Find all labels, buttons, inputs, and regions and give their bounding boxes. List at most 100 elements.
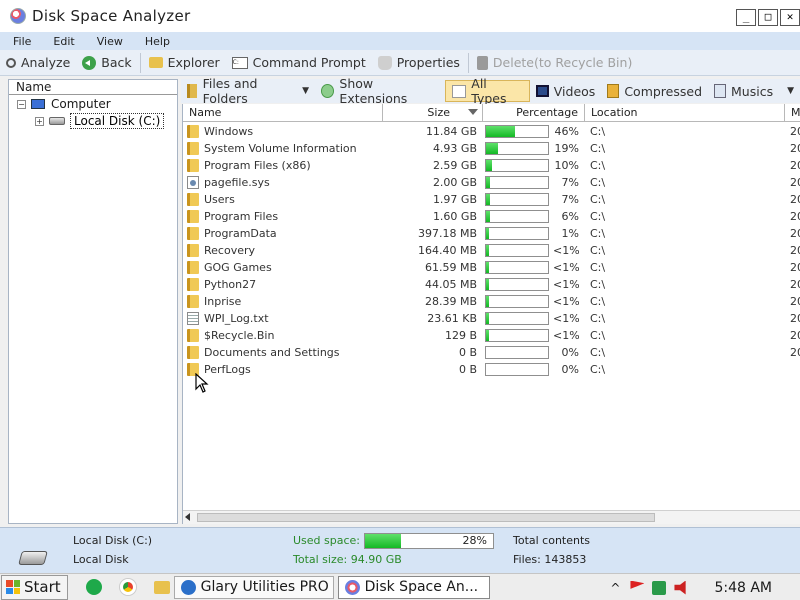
- compressed-button[interactable]: Compressed: [601, 80, 708, 102]
- row-name: Windows: [204, 125, 254, 138]
- title-bar: Disk Space Analyzer _ □ ✕: [0, 0, 800, 32]
- table-row[interactable]: Python27 44.05 MB <1% C:\ 20: [183, 276, 800, 293]
- all-types-button[interactable]: All Types: [445, 76, 530, 106]
- sort-descending-icon: [468, 109, 478, 115]
- taskbar-disk-space-analyzer[interactable]: Disk Space An...: [337, 575, 490, 599]
- taskbar-disk-label: Disk Space An...: [364, 579, 479, 595]
- row-percentage: 7%: [561, 176, 579, 189]
- row-percentage-bar-fill: [486, 160, 493, 171]
- maximize-button[interactable]: □: [758, 9, 778, 26]
- column-header-location[interactable]: Location: [585, 104, 785, 122]
- table-row[interactable]: pagefile.sys 2.00 GB 7% C:\ 20: [183, 174, 800, 191]
- explorer-button[interactable]: Explorer: [143, 52, 226, 74]
- table-row[interactable]: Windows 11.84 GB 46% C:\ 20: [183, 123, 800, 140]
- folder-tree-pane: Name − Computer + Local Disk (C:): [8, 79, 178, 524]
- table-row[interactable]: Users 1.97 GB 7% C:\ 20: [183, 191, 800, 208]
- row-modified: 20: [790, 295, 800, 308]
- row-name: Program Files (x86): [204, 159, 311, 172]
- terminal-icon: C:: [231, 56, 248, 69]
- table-row[interactable]: Inprise 28.39 MB <1% C:\ 20: [183, 293, 800, 310]
- chevron-up-icon[interactable]: ^: [608, 581, 622, 595]
- videos-button[interactable]: Videos: [530, 80, 602, 102]
- toolbar-separator: [467, 52, 469, 73]
- music-note-icon: [714, 84, 727, 98]
- files-folders-icon: [187, 84, 197, 98]
- file-explorer-icon[interactable]: [153, 580, 170, 594]
- archive-icon: [607, 84, 620, 98]
- row-modified: 20: [790, 312, 800, 325]
- row-size: 164.40 MB: [417, 244, 477, 257]
- command-prompt-button[interactable]: C: Command Prompt: [226, 52, 372, 74]
- trash-icon: [476, 55, 488, 70]
- row-modified: 20: [790, 227, 800, 240]
- scroll-left-arrow-icon[interactable]: [185, 513, 190, 521]
- table-row[interactable]: PerfLogs 0 B 0% C:\: [183, 361, 800, 378]
- system-tray: ^ 5:48 AM: [604, 576, 800, 599]
- column-header-name[interactable]: Name: [183, 104, 383, 122]
- table-row[interactable]: GOG Games 61.59 MB <1% C:\ 20: [183, 259, 800, 276]
- row-location: C:\: [590, 142, 606, 155]
- more-filters-button[interactable]: ▼: [779, 80, 800, 102]
- row-percentage: <1%: [553, 278, 579, 291]
- chrome-icon[interactable]: [119, 579, 136, 595]
- row-size: 28.39 MB: [424, 295, 477, 308]
- delete-label: Delete(to Recycle Bin): [492, 55, 633, 70]
- row-percentage: <1%: [553, 295, 579, 308]
- analyze-button[interactable]: Analyze: [0, 52, 76, 74]
- collapse-icon[interactable]: −: [17, 99, 26, 109]
- menu-view[interactable]: View: [84, 35, 132, 48]
- folder-icon: [148, 57, 163, 68]
- scrollbar-thumb[interactable]: [197, 513, 655, 522]
- tree-item-computer[interactable]: − Computer: [17, 97, 111, 111]
- minimize-button[interactable]: _: [736, 9, 756, 26]
- table-row[interactable]: System Volume Information 4.93 GB 19% C:\ 20: [183, 140, 800, 157]
- column-header-percentage[interactable]: Percentage: [483, 104, 585, 122]
- show-extensions-button[interactable]: Show Extensions: [315, 76, 445, 106]
- close-button[interactable]: ✕: [780, 9, 800, 26]
- menu-help[interactable]: Help: [132, 35, 179, 48]
- table-row[interactable]: Documents and Settings 0 B 0% C:\ 20: [183, 344, 800, 361]
- row-percentage-bar-fill: [486, 143, 498, 154]
- row-modified: 20: [790, 176, 800, 189]
- network-icon[interactable]: [652, 580, 667, 595]
- flag-icon[interactable]: [630, 580, 645, 589]
- delete-button[interactable]: Delete(to Recycle Bin): [471, 52, 638, 74]
- row-modified: 20: [790, 329, 800, 342]
- column-header-size[interactable]: Size: [383, 104, 483, 122]
- row-percentage-bar: [485, 176, 549, 189]
- speaker-muted-icon[interactable]: [674, 580, 686, 595]
- column-header-modified[interactable]: Mo: [785, 104, 800, 122]
- clock[interactable]: 5:48 AM: [714, 580, 772, 596]
- table-row[interactable]: Program Files (x86) 2.59 GB 10% C:\ 20: [183, 157, 800, 174]
- table-row[interactable]: Recovery 164.40 MB <1% C:\ 20: [183, 242, 800, 259]
- row-location: C:\: [590, 278, 606, 291]
- horizontal-scrollbar[interactable]: [183, 510, 800, 524]
- menu-edit[interactable]: Edit: [40, 35, 83, 48]
- musics-button[interactable]: Musics: [708, 80, 779, 102]
- taskbar-glary-utilities[interactable]: Glary Utilities PRO: [173, 575, 334, 599]
- files-and-folders-dropdown[interactable]: Files and Folders ▼: [181, 76, 315, 106]
- tree-item-local-disk[interactable]: + Local Disk (C:): [35, 113, 165, 129]
- row-name-cell: pagefile.sys: [187, 174, 383, 191]
- expand-icon[interactable]: +: [35, 116, 44, 126]
- tree-column-header[interactable]: Name: [9, 80, 177, 95]
- total-contents-label: Total contents: [513, 534, 591, 547]
- table-row[interactable]: $Recycle.Bin 129 B <1% C:\ 20: [183, 327, 800, 344]
- row-modified: 20: [790, 210, 800, 223]
- start-button[interactable]: Start: [1, 574, 68, 600]
- table-row[interactable]: ProgramData 397.18 MB 1% C:\ 20: [183, 225, 800, 242]
- folder-icon: [187, 159, 199, 172]
- row-location: C:\: [590, 227, 606, 240]
- row-name: Recovery: [204, 244, 256, 257]
- row-location: C:\: [590, 261, 606, 274]
- chat-app-icon[interactable]: [85, 579, 102, 595]
- menu-file[interactable]: File: [0, 35, 40, 48]
- properties-button[interactable]: Properties: [372, 52, 466, 74]
- back-button[interactable]: Back: [76, 52, 137, 74]
- table-row[interactable]: WPI_Log.txt 23.61 KB <1% C:\ 20: [183, 310, 800, 327]
- row-name: ProgramData: [204, 227, 277, 240]
- disk-analyzer-app-icon: [344, 579, 360, 595]
- used-space-percent: 28%: [462, 534, 487, 547]
- start-label: Start: [24, 578, 61, 596]
- table-row[interactable]: Program Files 1.60 GB 6% C:\ 20: [183, 208, 800, 225]
